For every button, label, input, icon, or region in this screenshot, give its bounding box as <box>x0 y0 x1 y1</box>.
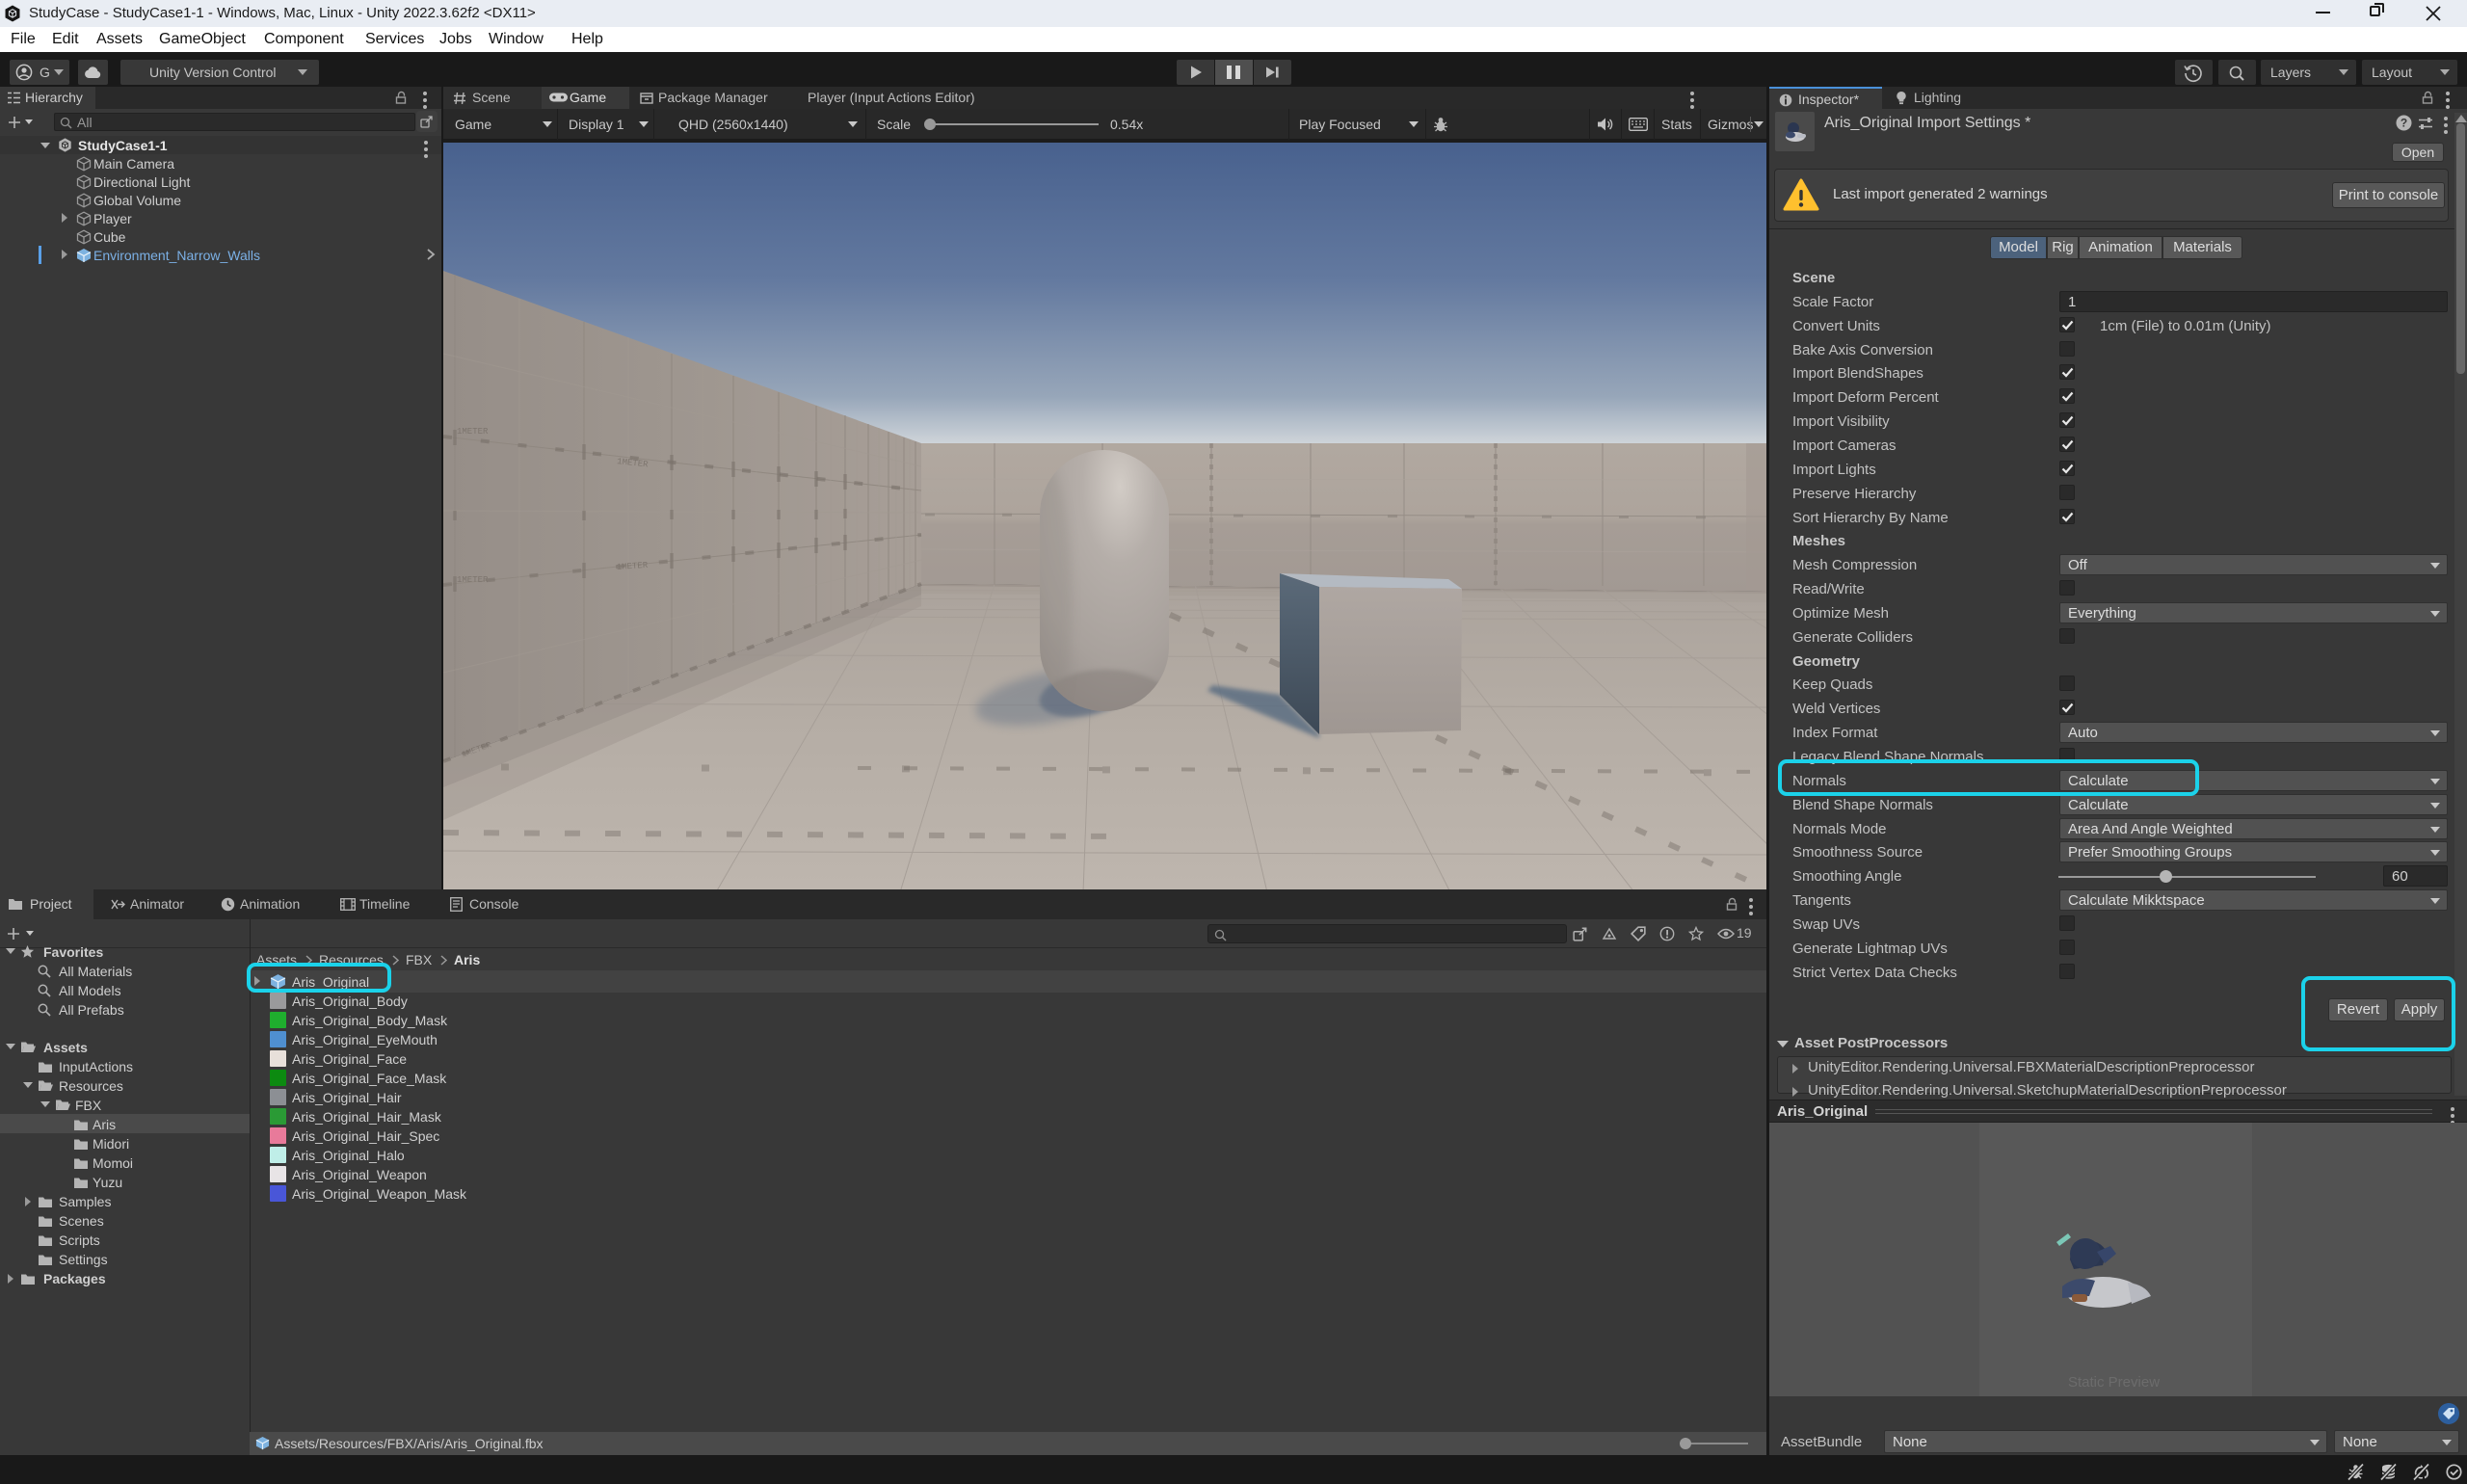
svg-text:?: ? <box>2401 117 2407 130</box>
svg-text:1METER: 1METER <box>457 575 489 585</box>
svg-text:1METER: 1METER <box>457 427 489 437</box>
